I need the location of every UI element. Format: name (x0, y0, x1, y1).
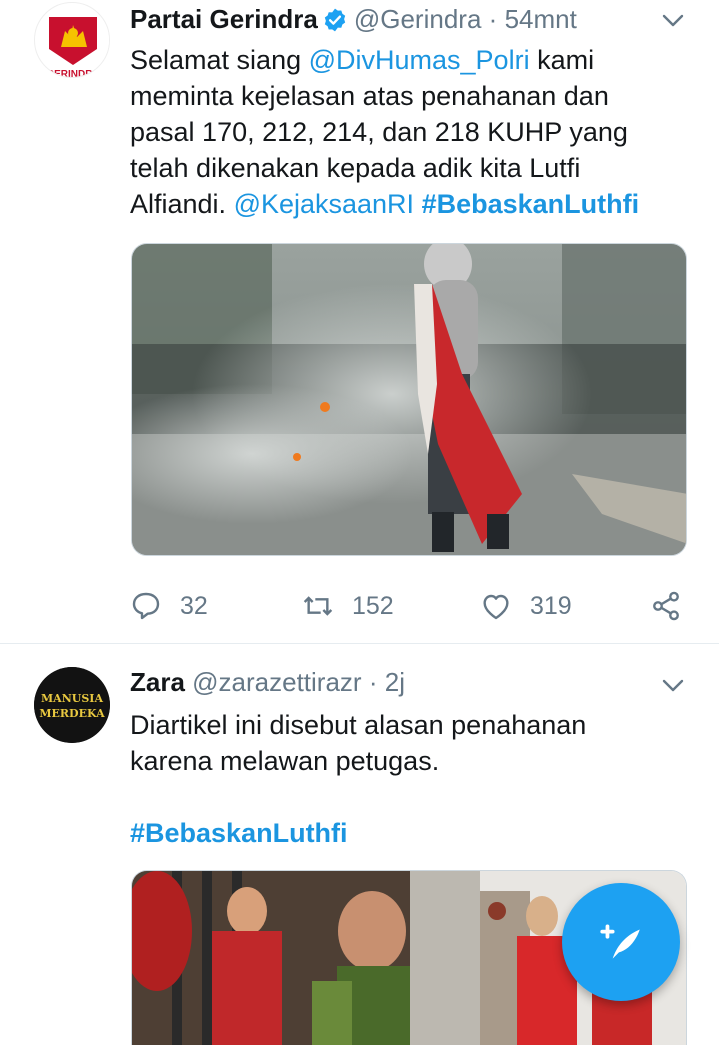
avatar-gerindra[interactable]: GERINDRA (34, 2, 110, 78)
manusia-merdeka-logo: MANUSIA MERDEKA (34, 667, 110, 743)
hashtag-bebaskanluthfi[interactable]: #BebaskanLuthfi (130, 815, 348, 851)
tweet-header: Partai Gerindra @Gerindra · 54mnt (130, 2, 679, 36)
retweet-count: 152 (352, 591, 394, 620)
svg-text:GERINDRA: GERINDRA (46, 69, 99, 78)
svg-text:MERDEKA: MERDEKA (39, 707, 105, 720)
tweet-text: Diartikel ini disebut alasan penahanan k… (130, 710, 587, 776)
share-button[interactable] (650, 586, 700, 626)
hashtag-bebaskanluthfi[interactable]: #BebaskanLuthfi (422, 189, 640, 219)
tweet-time[interactable]: 2j (385, 667, 405, 697)
text-segment: Selamat siang (130, 45, 309, 75)
tweet-header: Zara @zarazettirazr · 2j (130, 665, 679, 699)
author-handle[interactable]: @Gerindra (354, 4, 482, 34)
separator-dot: · (488, 4, 498, 34)
verified-badge-icon (324, 8, 346, 32)
avatar-zara[interactable]: MANUSIA MERDEKA (34, 667, 110, 743)
like-icon (483, 594, 509, 620)
share-icon (653, 591, 679, 621)
mention-divhumas-polri[interactable]: @DivHumas_Polri (309, 45, 530, 75)
retweet-icon (303, 596, 333, 616)
tweet-text: Selamat siang @DivHumas_Polri kami memin… (130, 42, 673, 222)
author-name[interactable]: Zara (130, 667, 185, 697)
compose-tweet-icon (600, 924, 640, 959)
svg-text:MANUSIA: MANUSIA (41, 692, 103, 705)
mention-kejaksaanri[interactable]: @KejaksaanRI (234, 189, 415, 219)
protest-photo (132, 244, 686, 555)
compose-tweet-button[interactable] (562, 883, 680, 1001)
chevron-down-icon[interactable] (661, 673, 685, 697)
tweet-photo-protest[interactable] (131, 243, 687, 556)
tweet-time[interactable]: 54mnt (505, 4, 577, 34)
text-space (414, 189, 422, 219)
like-button[interactable]: 319 (480, 586, 572, 626)
reply-icon (132, 592, 160, 620)
retweet-button[interactable]: 152 (302, 586, 394, 626)
author-handle[interactable]: @zarazettirazr (192, 667, 361, 697)
reply-button[interactable]: 32 (130, 586, 208, 626)
separator-dot: · (368, 667, 378, 697)
like-count: 319 (530, 591, 572, 620)
gerindra-logo: GERINDRA (36, 4, 109, 78)
tweet-gerindra[interactable]: GERINDRA Partai Gerindra @Gerindra · 54mn… (0, 0, 719, 644)
reply-count: 32 (180, 591, 208, 620)
author-name[interactable]: Partai Gerindra (130, 4, 318, 34)
tweet-actions: 32 152 319 (130, 586, 690, 626)
chevron-down-icon[interactable] (661, 8, 685, 32)
